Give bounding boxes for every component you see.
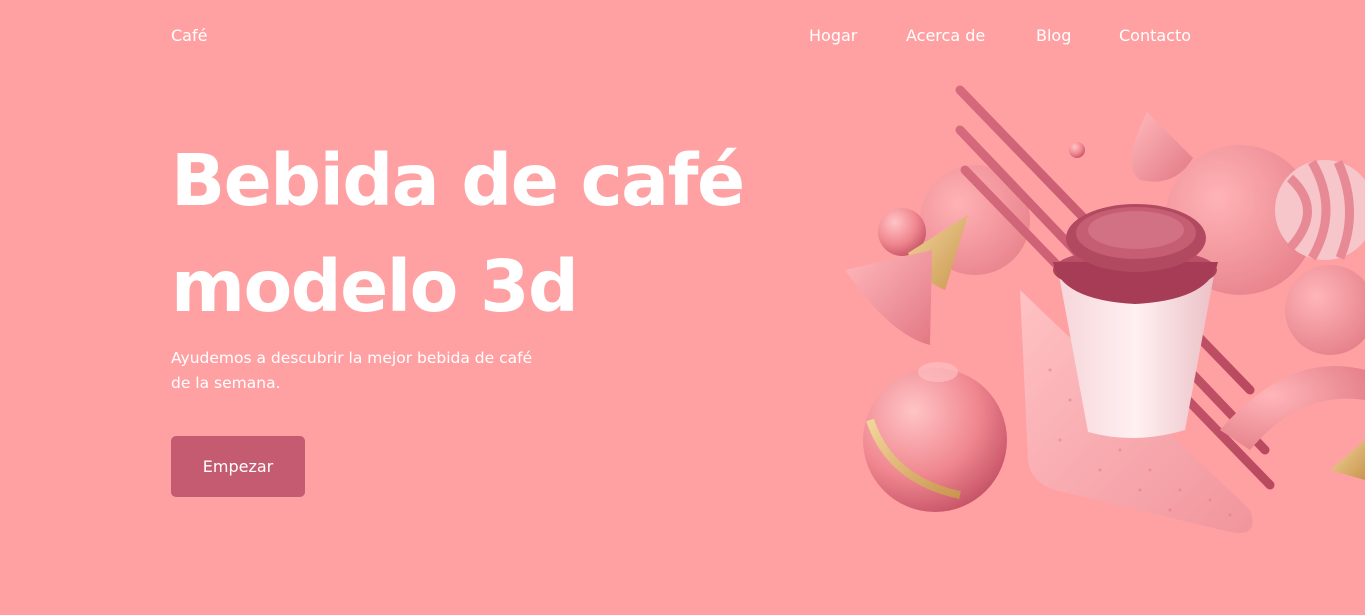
- hero-title-line-2: modelo 3d: [171, 245, 579, 328]
- main-nav: Hogar Acerca de Blog Contacto: [0, 26, 1365, 50]
- nav-link-contacto[interactable]: Contacto: [1119, 26, 1191, 45]
- hero-illustration: [820, 70, 1365, 550]
- get-started-button[interactable]: Empezar: [171, 436, 305, 497]
- nav-link-hogar[interactable]: Hogar: [809, 26, 857, 45]
- hero-title: Bebida de café modelo 3d: [171, 128, 831, 340]
- nav-link-acerca-de[interactable]: Acerca de: [906, 26, 985, 45]
- nav-link-blog[interactable]: Blog: [1036, 26, 1071, 45]
- landing-page: Café Hogar Acerca de Blog Contacto Bebid…: [0, 0, 1365, 615]
- hero-subtitle-line-2: de la semana.: [171, 374, 281, 392]
- hero-subtitle-line-1: Ayudemos a descubrir la mejor bebida de …: [171, 349, 533, 367]
- coffee-cup-illustration: [845, 85, 1365, 534]
- hero-subtitle: Ayudemos a descubrir la mejor bebida de …: [171, 346, 571, 396]
- hero-title-line-1: Bebida de café: [171, 139, 745, 222]
